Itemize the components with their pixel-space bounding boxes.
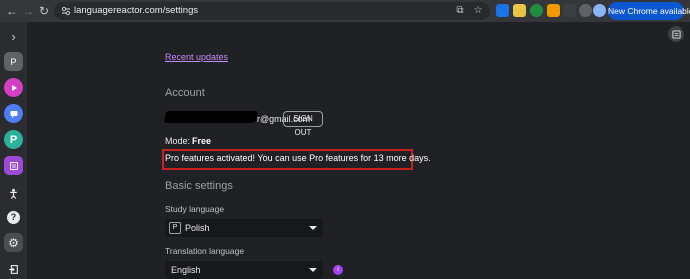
extension-grammarly-icon[interactable] — [530, 4, 543, 17]
basic-settings-heading: Basic settings — [165, 180, 233, 192]
extension-orange-icon[interactable] — [547, 4, 560, 17]
study-language-value: Polish — [185, 223, 210, 233]
language-flag-icon: P — [169, 222, 181, 234]
settings-page: Recent updates Account r@gmail.com SIGN … — [27, 22, 690, 279]
address-bar[interactable]: languagereactor.com/settings ⧉ ☆ — [54, 2, 490, 20]
email-redaction — [163, 111, 259, 123]
install-app-icon[interactable]: ⧉ — [454, 5, 466, 17]
profile-avatar[interactable]: P — [4, 52, 23, 71]
dropdown-arrow-icon — [309, 268, 317, 272]
extension-yellow-icon[interactable] — [513, 4, 526, 17]
account-heading: Account — [165, 87, 205, 99]
new-chrome-available-button[interactable]: New Chrome available — [608, 2, 690, 20]
expand-chevron-icon[interactable]: › — [4, 27, 23, 46]
translation-language-value: English — [171, 265, 201, 275]
mode-label: Mode: — [165, 136, 191, 146]
extension-v-icon[interactable] — [496, 4, 509, 17]
chat-icon[interactable] — [4, 104, 23, 123]
pro-status-message: Pro features activated! You can use Pro … — [165, 153, 431, 163]
translation-language-select[interactable]: English — [165, 261, 323, 279]
recent-updates-link[interactable]: Recent updates — [165, 52, 228, 62]
study-language-select[interactable]: P Polish — [165, 219, 323, 237]
browser-toolbar: ← → ↻ languagereactor.com/settings ⧉ ☆ N… — [0, 0, 690, 22]
p-logo-icon[interactable]: P — [4, 130, 23, 149]
extension-sidebar: › P P ? ⚙ — [0, 22, 27, 279]
reactor-menu-icon[interactable] — [668, 26, 684, 42]
profile-avatar[interactable] — [593, 4, 606, 17]
mode-value: Free — [192, 136, 212, 146]
forward-icon[interactable]: → — [20, 3, 36, 19]
translation-language-label: Translation language — [165, 246, 245, 256]
play-icon[interactable] — [4, 78, 23, 97]
bookmark-star-icon[interactable]: ☆ — [472, 5, 484, 17]
reload-icon[interactable]: ↻ — [36, 3, 52, 19]
person-icon[interactable] — [4, 184, 23, 203]
help-icon[interactable]: ? — [4, 208, 23, 227]
extensions-puzzle-icon[interactable] — [563, 4, 576, 17]
study-language-label: Study language — [165, 204, 225, 214]
list-icon[interactable] — [4, 156, 23, 175]
sign-out-button[interactable]: SIGN OUT — [283, 111, 323, 137]
back-icon[interactable]: ← — [4, 3, 20, 19]
dropdown-arrow-icon — [309, 226, 317, 230]
sidepanel-icon[interactable] — [579, 4, 592, 17]
exit-icon[interactable] — [4, 260, 23, 279]
info-icon[interactable]: i — [333, 265, 343, 275]
gear-icon[interactable]: ⚙ — [4, 233, 23, 252]
url-text[interactable]: languagereactor.com/settings — [74, 2, 198, 20]
site-settings-icon[interactable] — [60, 5, 72, 17]
